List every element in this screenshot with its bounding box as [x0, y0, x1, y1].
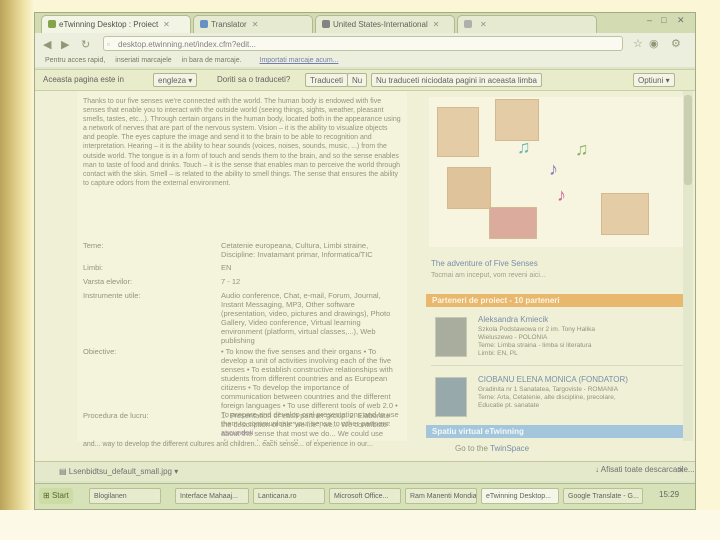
address-url: desktop.etwinning.net/index.cfm?edit...: [118, 40, 256, 49]
minimize-icon[interactable]: –: [647, 15, 652, 25]
divider: [431, 365, 687, 366]
twinspace-header: Spatiu virtual eTwinning: [426, 425, 692, 438]
translate-options-button[interactable]: Optiuni ▾: [633, 73, 675, 87]
address-bar[interactable]: ▫ desktop.etwinning.net/index.cfm?edit..…: [103, 36, 623, 51]
partner-name[interactable]: CIOBANU ELENA MONICA (FONDATOR): [478, 375, 628, 384]
page-favicon-icon: [464, 20, 472, 28]
partner-item[interactable]: Aleksandra Kmiecik Szkola Podstawowa nr …: [426, 313, 692, 361]
project-title: The adventure of Five Senses: [431, 259, 538, 268]
translate-infobar: Aceasta pagina este in engleza ▾ Doriti …: [35, 69, 695, 91]
translate-prompt: Aceasta pagina este in: [43, 75, 124, 84]
page-favicon-icon: [322, 20, 330, 28]
navigation-bar: ◀ ▶ ↻ ▫ desktop.etwinning.net/index.cfm?…: [35, 33, 695, 55]
source-language-select[interactable]: engleza ▾: [153, 73, 198, 87]
taskbar-item[interactable]: Microsoft Office...: [329, 488, 401, 504]
project-sidebar: ♫ ♪ ♫ ♪ The adventure of Five Senses Toc…: [423, 91, 695, 441]
taskbar-item[interactable]: Blogilanen: [89, 488, 161, 504]
ear-photo: [437, 107, 479, 157]
music-note-icon: ♫: [517, 137, 531, 157]
procedure-continued-text: and... way to develop the different cult…: [83, 441, 373, 448]
maximize-icon[interactable]: □: [661, 15, 666, 25]
taskbar-item[interactable]: Ram Manenti Mondia...: [405, 488, 477, 504]
vertical-scrollbar[interactable]: [683, 91, 693, 443]
back-icon[interactable]: ◀: [43, 38, 51, 51]
music-note-icon: ♫: [575, 139, 589, 159]
avatar: [435, 377, 467, 417]
tab-etwinning[interactable]: eTwinning Desktop : Proiect ✕: [41, 15, 191, 33]
no-translate-button[interactable]: Nu: [347, 73, 368, 87]
bookmark-star-icon[interactable]: ☆: [633, 37, 643, 50]
project-intro-text: Thanks to our five senses we're connecte…: [83, 98, 401, 187]
partner-name[interactable]: Aleksandra Kmiecik: [478, 315, 548, 324]
tab-fourth[interactable]: ✕: [457, 15, 597, 33]
windows-taskbar: ⊞ Start Blogilanen Interface Mahaaj... L…: [35, 483, 695, 509]
taskbar-item[interactable]: Lanticana.ro: [253, 488, 325, 504]
project-description-column: Thanks to our five senses we're connecte…: [77, 91, 407, 447]
eye-photo: [447, 167, 491, 209]
never-translate-button[interactable]: Nu traduceti niciodata pagini in aceasta…: [371, 73, 542, 87]
download-item[interactable]: ▤ Lsenbidtsu_default_small.jpg ▾: [59, 464, 178, 479]
taskbar-item[interactable]: Google Translate - G...: [563, 488, 643, 504]
bookmarks-hint: Pentru acces rapid, inseriati marcajele …: [45, 57, 242, 64]
partner-item[interactable]: CIOBANU ELENA MONICA (FONDATOR) Gradinit…: [426, 373, 692, 421]
close-tab-icon[interactable]: ✕: [163, 20, 170, 29]
partners-header: Parteneri de proiect - 10 parteneri: [426, 294, 692, 307]
translate-question: Doriti sa o traduceti?: [217, 75, 291, 84]
goto-twinspace: Go to the TwinSpace: [455, 444, 530, 453]
translate-favicon-icon: [200, 20, 208, 28]
slide-bottom: [0, 510, 720, 540]
music-note-icon: ♪: [557, 185, 566, 205]
tab-bar: eTwinning Desktop : Proiect ✕ Translator ✕…: [35, 13, 695, 33]
tab-united-states-international[interactable]: United States-International ✕: [315, 15, 455, 33]
close-download-shelf-icon[interactable]: ✕: [677, 465, 685, 476]
window-close-icon[interactable]: ✕: [677, 15, 685, 26]
wrench-menu-icon[interactable]: ⚙: [671, 37, 681, 50]
bookmarks-bar: Pentru acces rapid, inseriati marcajele …: [35, 55, 695, 67]
twinspace-link[interactable]: TwinSpace: [490, 444, 529, 453]
tab-translator[interactable]: Translator ✕: [193, 15, 313, 33]
taskbar-item-active[interactable]: eTwinning Desktop...: [481, 488, 559, 504]
close-tab-icon[interactable]: ✕: [433, 20, 440, 29]
page-icon: ▫: [107, 40, 110, 49]
reload-icon[interactable]: ↻: [81, 38, 90, 51]
avatar: [435, 317, 467, 357]
import-bookmarks-link[interactable]: Importati marcaje acum...: [260, 57, 339, 64]
close-tab-icon[interactable]: ✕: [252, 20, 259, 29]
etwinning-favicon-icon: [48, 20, 56, 28]
project-status: Tocmai am inceput, vom reveni aici...: [431, 272, 546, 279]
translate-button[interactable]: Traduceti: [305, 73, 349, 87]
nose-photo: [495, 99, 539, 141]
page-content-lower: and... way to develop the different cult…: [35, 441, 695, 461]
taskbar-item[interactable]: Interface Mahaaj...: [175, 488, 249, 504]
start-button[interactable]: ⊞ Start: [39, 488, 73, 504]
system-clock: 15:29: [659, 490, 680, 499]
scrollbar-thumb[interactable]: [684, 95, 692, 185]
forward-icon[interactable]: ▶: [61, 38, 69, 51]
music-note-icon: ♪: [549, 159, 558, 179]
extension-icon[interactable]: ◉: [649, 37, 659, 50]
browser-window: eTwinning Desktop : Proiect ✕ Translator ✕…: [34, 12, 696, 510]
page-content: Thanks to our five senses we're connecte…: [35, 91, 695, 447]
five-senses-collage-image: ♫ ♪ ♫ ♪: [429, 97, 691, 247]
close-tab-icon[interactable]: ✕: [480, 20, 487, 29]
hands-photo: [601, 193, 649, 235]
lips-photo: [489, 207, 537, 239]
download-shelf: ▤ Lsenbidtsu_default_small.jpg ▾ ↓ Afisa…: [35, 461, 695, 481]
